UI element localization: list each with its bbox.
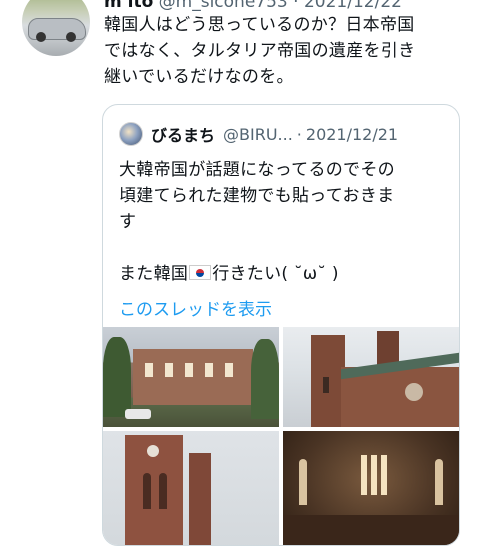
- tweet-header: m ito @m_sicone753 · 2021/12/22: [104, 0, 402, 12]
- author-handle[interactable]: @m_sicone753: [159, 0, 288, 12]
- quote-author-handle[interactable]: @BIRU...: [223, 125, 293, 144]
- author-avatar[interactable]: [22, 0, 90, 56]
- author-name[interactable]: m ito: [104, 0, 153, 12]
- quote-text-line2-before: また韓国: [119, 264, 189, 284]
- south-korea-flag-icon: [189, 265, 212, 280]
- tweet-text: 韓国人はどう思っているのか？日本帝国 ではなく、タルタリア帝国の遺産を引き 継い…: [104, 15, 416, 87]
- separator-dot: ·: [293, 0, 299, 12]
- quote-date[interactable]: 2021/12/21: [306, 125, 398, 144]
- photo-grid: [103, 327, 459, 545]
- quote-avatar[interactable]: [119, 122, 143, 146]
- quote-text-line2-after: 行きたい( ˘ω˘ ): [212, 264, 339, 284]
- quote-header: びるまち @BIRU... · 2021/12/21: [119, 122, 398, 146]
- wheel-shape: [66, 32, 76, 42]
- quote-author-name[interactable]: びるまち: [151, 122, 215, 146]
- cathedral-interior-photo-4[interactable]: [283, 431, 459, 545]
- tweet-date[interactable]: 2021/12/22: [304, 0, 402, 12]
- separator-dot: ·: [296, 124, 302, 144]
- church-photo-2[interactable]: [283, 327, 459, 427]
- quote-text: 大韓帝国が話題になってるのでその 頃建てられた建物でも貼っておきま す また韓国…: [119, 157, 443, 287]
- building-photo-1[interactable]: [103, 327, 279, 427]
- wheel-shape: [36, 32, 46, 42]
- show-thread-link[interactable]: このスレッドを表示: [119, 295, 272, 320]
- church-tower-photo-3[interactable]: [103, 431, 279, 545]
- quote-text-line1: 大韓帝国が話題になってるのでその 頃建てられた建物でも貼っておきま す: [119, 160, 395, 232]
- quoted-tweet[interactable]: びるまち @BIRU... · 2021/12/21 大韓帝国が話題になってるの…: [102, 104, 460, 546]
